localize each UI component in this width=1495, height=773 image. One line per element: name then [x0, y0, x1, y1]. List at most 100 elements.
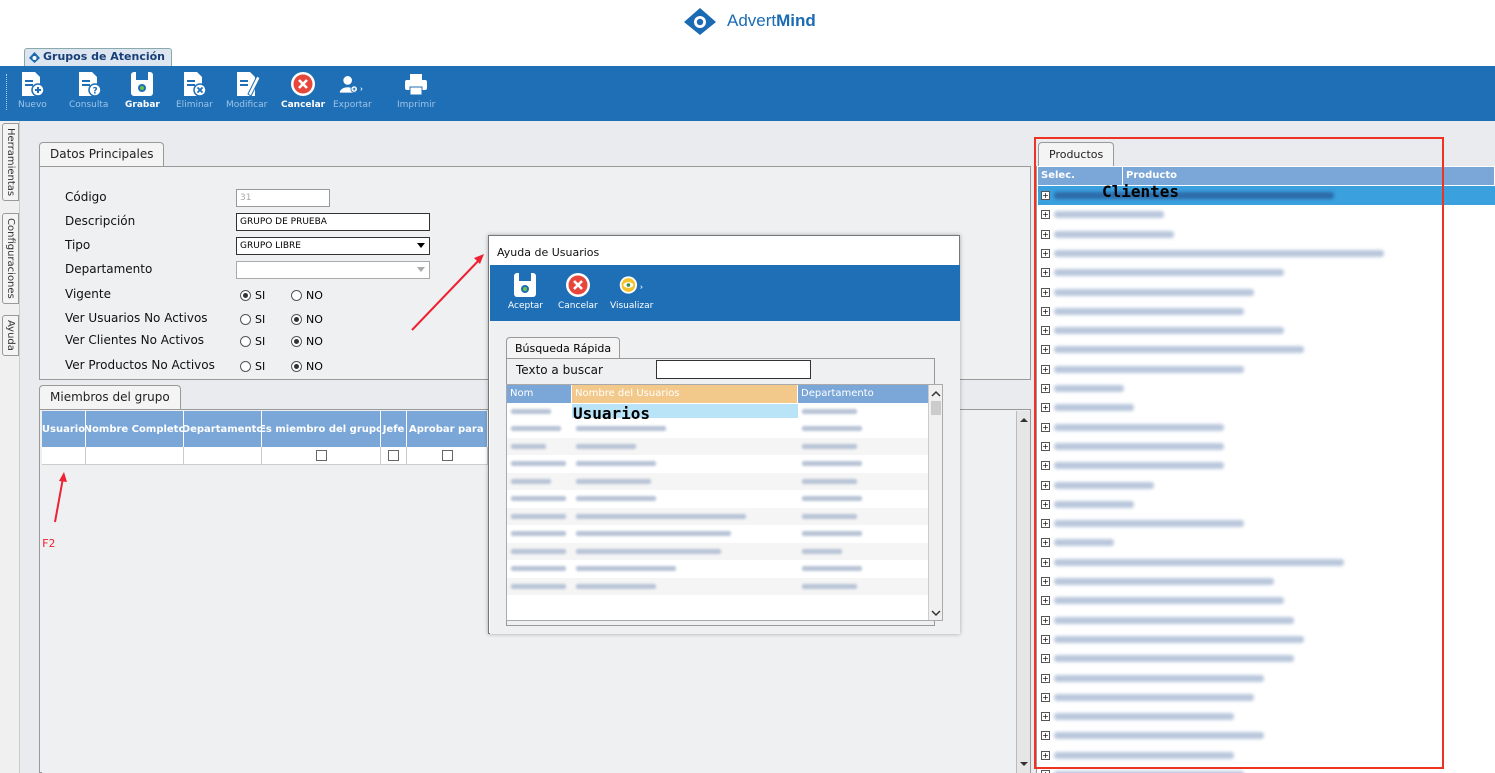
- table-row[interactable]: [507, 491, 942, 508]
- dialog-cancelar-button[interactable]: Cancelar: [558, 271, 598, 311]
- jefe-cell[interactable]: [381, 447, 407, 464]
- table-cell[interactable]: [507, 426, 572, 432]
- table-row[interactable]: [42, 447, 488, 465]
- table-cell[interactable]: [798, 426, 929, 432]
- table-cell[interactable]: [798, 566, 929, 572]
- search-input[interactable]: [656, 360, 811, 379]
- checkbox[interactable]: [315, 450, 327, 461]
- miembros-scrollbar[interactable]: [1016, 411, 1030, 773]
- table-cell[interactable]: [507, 408, 572, 414]
- table-cell[interactable]: [507, 548, 572, 554]
- table-row[interactable]: [507, 543, 942, 561]
- table-cell[interactable]: [507, 443, 572, 449]
- table-cell[interactable]: [798, 583, 929, 589]
- column-header[interactable]: Departamento: [798, 385, 929, 403]
- exportar-button[interactable]: Exportar: [333, 70, 372, 110]
- checkbox[interactable]: [388, 450, 399, 461]
- table-cell[interactable]: [572, 461, 798, 467]
- table-cell[interactable]: [507, 461, 572, 467]
- table-cell[interactable]: [572, 496, 798, 502]
- table-cell[interactable]: [572, 443, 798, 449]
- table-row[interactable]: [507, 526, 942, 543]
- tab-datos-principales[interactable]: Datos Principales: [39, 142, 165, 167]
- nuevo-button[interactable]: Nuevo: [18, 70, 47, 110]
- vigente-no-radio[interactable]: NO: [291, 289, 323, 302]
- imprimir-button[interactable]: Imprimir: [397, 70, 435, 110]
- table-cell[interactable]: [798, 513, 929, 519]
- table-cell[interactable]: [798, 531, 929, 537]
- grabar-button[interactable]: Grabar: [125, 70, 160, 110]
- table-cell[interactable]: [572, 583, 798, 589]
- visualizar-button[interactable]: Visualizar: [610, 271, 653, 311]
- eliminar-button[interactable]: Eliminar: [176, 70, 213, 110]
- chevron-up-icon[interactable]: [929, 387, 943, 401]
- scroll-down-icon[interactable]: [1017, 757, 1031, 771]
- ver-clientes-no-radio[interactable]: NO: [291, 335, 323, 348]
- side-tab-herramientas[interactable]: Herramientas: [2, 123, 19, 202]
- aceptar-button[interactable]: Aceptar: [508, 271, 543, 311]
- table-cell[interactable]: [572, 426, 798, 432]
- column-header[interactable]: Usuario: [42, 411, 86, 447]
- tipo-select[interactable]: GRUPO LIBRE: [236, 237, 430, 255]
- table-row[interactable]: [507, 508, 942, 526]
- scroll-up-icon[interactable]: [1017, 413, 1031, 427]
- column-header[interactable]: Departamento: [184, 411, 262, 447]
- chevron-down-icon[interactable]: [929, 606, 943, 620]
- table-cell[interactable]: [572, 513, 798, 519]
- column-header[interactable]: Nom: [507, 385, 572, 403]
- checkbox[interactable]: [441, 450, 453, 461]
- column-header[interactable]: Jefe: [381, 411, 407, 447]
- ver-productos-si-radio[interactable]: SI: [240, 360, 265, 373]
- aprobar-cell[interactable]: [407, 447, 488, 464]
- table-cell[interactable]: [507, 478, 572, 484]
- table-row[interactable]: [507, 421, 942, 438]
- table-cell[interactable]: [798, 548, 929, 554]
- ver-usuarios-si-radio[interactable]: SI: [240, 313, 265, 326]
- table-cell[interactable]: [798, 443, 929, 449]
- column-header[interactable]: Nombre del Usuarios: [572, 385, 798, 403]
- table-row[interactable]: [507, 561, 942, 578]
- tab-busqueda-rapida[interactable]: Búsqueda Rápida: [506, 337, 621, 359]
- tab-miembros-del-grupo[interactable]: Miembros del grupo: [39, 385, 181, 410]
- column-header[interactable]: Es miembro del grupo: [262, 411, 381, 447]
- table-row[interactable]: [507, 473, 942, 491]
- usuario-cell[interactable]: [42, 447, 86, 464]
- descripcion-field[interactable]: GRUPO DE PRUEBA: [236, 213, 430, 231]
- side-tab-configuraciones[interactable]: Configuraciones: [2, 213, 19, 304]
- ver-usuarios-no-radio[interactable]: NO: [291, 313, 323, 326]
- vigente-si-radio[interactable]: SI: [240, 289, 265, 302]
- ver-clientes-si-radio[interactable]: SI: [240, 335, 265, 348]
- table-cell[interactable]: [798, 496, 929, 502]
- departamento-select[interactable]: [236, 261, 430, 279]
- table-cell[interactable]: [507, 583, 572, 589]
- tab-grupos-de-atencion[interactable]: Grupos de Atención: [24, 48, 172, 66]
- ver-productos-no-radio[interactable]: NO: [291, 360, 323, 373]
- side-tab-ayuda[interactable]: Ayuda: [2, 315, 19, 356]
- table-row[interactable]: [507, 456, 942, 473]
- consulta-button[interactable]: ? Consulta: [69, 70, 108, 110]
- table-row[interactable]: [507, 578, 942, 596]
- column-header[interactable]: Aprobar para Fa: [407, 411, 488, 447]
- table-cell[interactable]: [572, 531, 798, 537]
- column-header[interactable]: Nombre Completo: [86, 411, 184, 447]
- table-cell[interactable]: [798, 478, 929, 484]
- usuarios-scrollbar[interactable]: [928, 385, 943, 620]
- toolbar-grip[interactable]: [6, 74, 8, 110]
- table-cell[interactable]: [572, 566, 798, 572]
- table-cell[interactable]: [798, 461, 929, 467]
- miembro-cell[interactable]: [262, 447, 381, 464]
- table-cell[interactable]: [572, 478, 798, 484]
- cancelar-button[interactable]: Cancelar: [281, 70, 325, 110]
- table-row[interactable]: [507, 438, 942, 456]
- table-cell[interactable]: [572, 548, 798, 554]
- table-cell[interactable]: [798, 408, 929, 414]
- table-cell[interactable]: [507, 513, 572, 519]
- table-cell[interactable]: [507, 531, 572, 537]
- codigo-field[interactable]: 31: [236, 189, 330, 207]
- scroll-thumb[interactable]: [931, 401, 941, 415]
- nombre-cell[interactable]: [86, 447, 184, 464]
- departamento-cell[interactable]: [184, 447, 262, 464]
- modificar-button[interactable]: Modificar: [226, 70, 267, 110]
- table-cell[interactable]: [507, 566, 572, 572]
- table-cell[interactable]: [507, 496, 572, 502]
